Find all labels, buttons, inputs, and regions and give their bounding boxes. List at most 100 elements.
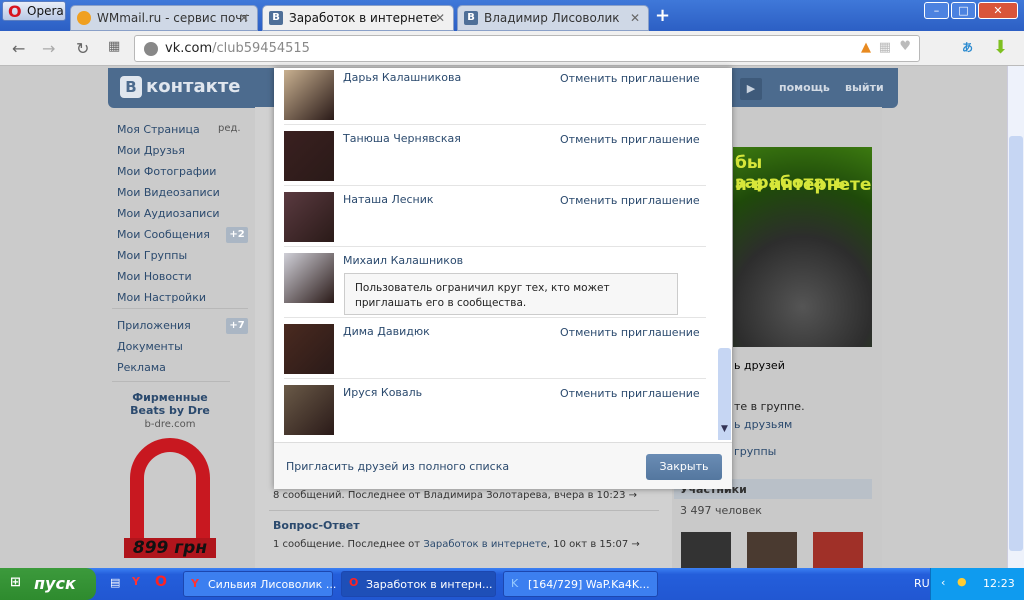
tray-app-icon[interactable]: ●: [957, 575, 967, 588]
friend-avatar[interactable]: [284, 131, 334, 181]
tell-friends-link[interactable]: ь друзьям: [734, 418, 792, 431]
forward-icon[interactable]: →: [42, 39, 55, 58]
friend-name[interactable]: Танюша Чернявская: [343, 132, 461, 145]
ad-title: Beats by Dre: [130, 404, 210, 417]
cancel-invite-link[interactable]: Отменить приглашение: [560, 387, 700, 400]
back-icon[interactable]: ←: [12, 39, 25, 58]
friend-name[interactable]: Дарья Калашникова: [343, 71, 461, 84]
menu-item[interactable]: Мои Группы: [117, 249, 187, 262]
menu-item[interactable]: Мои Друзья: [117, 144, 185, 157]
tab-wmmail[interactable]: WMmail.ru - сервис почт ✕: [70, 5, 258, 31]
menu-item[interactable]: Мои Новости: [117, 270, 192, 283]
start-button[interactable]: ⊞ пуск: [0, 568, 96, 600]
cancel-invite-link[interactable]: Отменить приглашение: [560, 326, 700, 339]
invited-friend-row: Дима Давидюк Отменить приглашение: [284, 318, 706, 379]
minimize-button[interactable]: –: [924, 2, 949, 19]
cancel-invite-link[interactable]: Отменить приглашение: [560, 72, 700, 85]
menu-item[interactable]: Мои Фотографии: [117, 165, 216, 178]
quicklaunch-icon[interactable]: ▤: [110, 576, 120, 589]
help-link[interactable]: помощь: [779, 81, 830, 94]
opera-icon: O: [8, 2, 22, 21]
reload-icon[interactable]: ↻: [76, 39, 89, 58]
opera-icon[interactable]: O: [155, 574, 167, 590]
new-tab-button[interactable]: +: [655, 5, 670, 26]
friend-name[interactable]: Дима Давидюк: [343, 325, 430, 338]
group-banner-image: бы заработать и в интернете: [733, 147, 872, 347]
taskbar-item[interactable]: O Заработок в интерн...: [341, 571, 496, 597]
yandex-icon[interactable]: Y: [132, 575, 140, 588]
ad-block[interactable]: Фирменные Beats by Dre b-dre.com 899 грн: [120, 391, 220, 558]
topic-title[interactable]: Вопрос-Ответ: [273, 519, 360, 532]
menu-item[interactable]: Мои Видеозаписи: [117, 186, 220, 199]
heart-icon[interactable]: ♥: [899, 39, 911, 54]
language-indicator[interactable]: RU: [914, 577, 930, 590]
divider: [112, 381, 230, 382]
extension-icon[interactable]: ▲: [861, 40, 871, 55]
close-tab-icon[interactable]: ✕: [239, 11, 249, 25]
tab-title: WMmail.ru - сервис почт: [97, 11, 250, 25]
close-tab-icon[interactable]: ✕: [435, 11, 445, 25]
maximize-button[interactable]: □: [951, 2, 976, 19]
taskbar-item[interactable]: K [164/729] WaP.Ka4K...: [503, 571, 658, 597]
opera-menu-label: Opera: [27, 4, 64, 18]
windows-logo-icon: ⊞: [10, 575, 21, 590]
member-avatar[interactable]: [681, 532, 731, 568]
tab-zarabotok[interactable]: B Заработок в интернете ✕: [262, 5, 454, 31]
members-count: 3 497 человек: [680, 504, 762, 517]
friend-avatar[interactable]: [284, 385, 334, 435]
menu-item[interactable]: Приложения: [117, 319, 191, 332]
download-icon[interactable]: ⬇: [993, 37, 1008, 58]
restriction-notice: Пользователь ограничил круг тех, кто мож…: [344, 273, 678, 315]
menu-item[interactable]: Мои Сообщения: [117, 228, 210, 241]
friend-avatar[interactable]: [284, 324, 334, 374]
close-tab-icon[interactable]: ✕: [630, 11, 640, 25]
cancel-invite-link[interactable]: Отменить приглашение: [560, 194, 700, 207]
count-badge[interactable]: +7: [226, 318, 248, 334]
ad-domain: b-dre.com: [144, 419, 196, 430]
topic-author-link[interactable]: Заработок в интернете: [423, 539, 547, 550]
menu-item[interactable]: Мои Аудиозаписи: [117, 207, 220, 220]
cancel-invite-link[interactable]: Отменить приглашение: [560, 133, 700, 146]
address-bar[interactable]: vk.com/club59454515 ▲ ▦ ♥: [134, 35, 920, 62]
topic-meta: 1 сообщение. Последнее от: [273, 539, 424, 550]
invite-friends-link[interactable]: ь друзей: [734, 359, 785, 372]
member-avatar[interactable]: [747, 532, 797, 568]
play-icon[interactable]: ▶: [740, 78, 762, 100]
friend-avatar[interactable]: [284, 70, 334, 120]
translate-icon[interactable]: あ: [962, 39, 973, 55]
friend-name[interactable]: Ируся Коваль: [343, 386, 422, 399]
menu-item[interactable]: Документы: [117, 340, 183, 353]
friend-avatar[interactable]: [284, 192, 334, 242]
tab-title: Заработок в интернете: [289, 11, 438, 25]
vk-logo[interactable]: Вконтакте: [120, 76, 240, 98]
close-button[interactable]: Закрыть: [646, 454, 722, 480]
leave-group-link[interactable]: группы: [734, 445, 776, 458]
member-avatar[interactable]: [813, 532, 863, 568]
friend-avatar[interactable]: [284, 253, 334, 303]
topic-date: , 10 окт в 15:07 →: [546, 539, 640, 550]
menu-item[interactable]: Реклама: [117, 361, 166, 374]
speed-dial-add-icon[interactable]: ▦: [879, 40, 891, 55]
friend-name[interactable]: Наташа Лесник: [343, 193, 434, 206]
menu-item[interactable]: Мои Настройки: [117, 291, 206, 304]
vk-icon: B: [269, 11, 283, 25]
ad-price: 899 грн: [124, 538, 216, 558]
tray-expand-icon[interactable]: ‹: [941, 576, 945, 589]
tab-vladimir[interactable]: B Владимир Лисоволик ✕: [457, 5, 649, 31]
taskbar-item[interactable]: Y Сильвия Лисоволик ...: [183, 571, 336, 597]
menu-item[interactable]: Моя Страница: [117, 123, 200, 136]
logout-link[interactable]: выйти: [845, 81, 884, 94]
close-window-button[interactable]: ✕: [978, 2, 1018, 19]
friend-name[interactable]: Михаил Калашников: [343, 254, 463, 267]
task-label: [164/729] WaP.Ka4K...: [528, 578, 650, 591]
speed-dial-icon[interactable]: ▦: [108, 39, 120, 54]
edit-link[interactable]: ред.: [218, 123, 241, 134]
page-scrollbar-thumb[interactable]: [1009, 136, 1023, 551]
count-badge[interactable]: +2: [226, 227, 248, 243]
in-group-text: те в группе.: [734, 400, 805, 413]
invite-full-list-link[interactable]: Пригласить друзей из полного списка: [286, 460, 509, 473]
vk-icon: B: [464, 11, 478, 25]
opera-menu-button[interactable]: O Opera: [2, 1, 66, 21]
taskbar: ⊞ пуск ▤ Y O Y Сильвия Лисоволик ... O Зара…: [0, 568, 1024, 600]
scroll-down-icon[interactable]: ▼: [718, 424, 731, 440]
